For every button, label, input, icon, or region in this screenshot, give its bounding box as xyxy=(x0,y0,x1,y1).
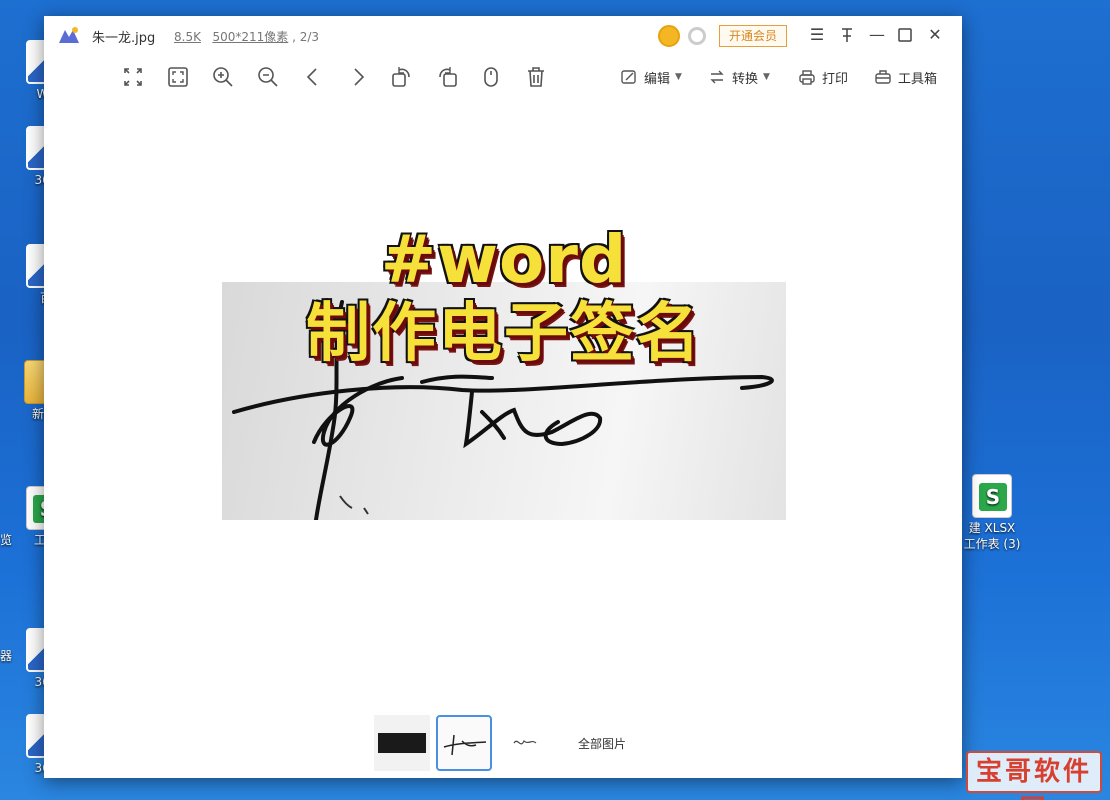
edit-button[interactable]: 编辑 ▼ xyxy=(620,66,682,88)
rotate-left-icon[interactable] xyxy=(389,64,415,90)
overlay-title-line2: 制作电子签名 xyxy=(306,297,702,371)
print-label: 打印 xyxy=(822,71,849,87)
edit-label: 编辑 xyxy=(644,71,671,87)
file-size[interactable]: 8.5K xyxy=(174,30,201,44)
image-index: 2/3 xyxy=(299,30,320,44)
coin-icon[interactable] xyxy=(658,25,680,47)
desktop-edge-label: 器 xyxy=(0,649,12,663)
image-dimensions[interactable]: 500*211像素 xyxy=(212,30,288,44)
thumbnail-signature xyxy=(443,734,487,756)
thumbnail-signature xyxy=(513,739,537,745)
chevron-down-icon: ▼ xyxy=(763,72,770,82)
image-overlay-title: #word 制作电子签名 xyxy=(222,224,786,372)
gear-icon[interactable] xyxy=(688,27,706,45)
previous-icon[interactable] xyxy=(300,64,326,90)
vip-button[interactable]: 开通会员 xyxy=(719,25,787,47)
image-viewer-window: 朱一龙.jpg 8.5K 500*211像素 , 2/3 开通会员 ☰ — ✕ xyxy=(44,16,962,778)
spreadsheet-icon xyxy=(972,474,1012,518)
close-icon[interactable]: ✕ xyxy=(924,24,946,46)
rotate-right-icon[interactable] xyxy=(434,64,460,90)
chevron-down-icon: ▼ xyxy=(675,72,682,82)
toolbox-button[interactable]: 工具箱 xyxy=(874,66,937,88)
desktop-edge-label: 览 xyxy=(0,533,12,547)
desktop-icon-label: 建 XLSX xyxy=(968,521,1016,535)
pin-icon[interactable] xyxy=(836,24,858,46)
desktop-icon-label: 工作表 (3) xyxy=(963,537,1021,551)
all-pictures-button[interactable]: 全部图片 xyxy=(578,735,626,752)
convert-button[interactable]: 转换 ▼ xyxy=(708,66,770,88)
print-button[interactable]: 打印 xyxy=(798,66,848,88)
zoom-out-icon[interactable] xyxy=(255,64,281,90)
mouse-icon[interactable] xyxy=(478,64,504,90)
toolbox-icon xyxy=(875,70,891,84)
minimize-icon[interactable]: — xyxy=(866,24,888,46)
fit-screen-icon[interactable] xyxy=(120,64,146,90)
fullscreen-icon[interactable] xyxy=(165,64,191,90)
overlay-title-line1: #word xyxy=(380,221,628,298)
printer-icon xyxy=(799,70,815,85)
watermark-logo: 宝哥软件园 xyxy=(966,751,1102,800)
thumbnail-item[interactable] xyxy=(498,715,554,771)
title-bar[interactable]: 朱一龙.jpg 8.5K 500*211像素 , 2/3 开通会员 ☰ — ✕ xyxy=(44,16,962,54)
delete-icon[interactable] xyxy=(523,64,549,90)
file-meta: 8.5K 500*211像素 , 2/3 xyxy=(174,30,320,44)
convert-label: 转换 xyxy=(732,71,759,87)
next-icon[interactable] xyxy=(345,64,371,90)
toolbox-label: 工具箱 xyxy=(898,71,938,87)
maximize-icon[interactable] xyxy=(894,24,916,46)
app-logo-icon xyxy=(59,27,79,43)
thumbnail-strip: 全部图片 xyxy=(374,714,626,772)
desktop-icon-xlsx[interactable]: 建 XLSX 工作表 (3) xyxy=(952,474,1032,552)
file-name: 朱一龙.jpg xyxy=(92,31,156,46)
thumbnail-item[interactable] xyxy=(374,715,430,771)
menu-icon[interactable]: ☰ xyxy=(806,24,828,46)
edit-icon xyxy=(621,70,636,84)
thumbnail-item-active[interactable] xyxy=(436,715,492,771)
convert-icon xyxy=(710,70,724,84)
zoom-in-icon[interactable] xyxy=(210,64,236,90)
